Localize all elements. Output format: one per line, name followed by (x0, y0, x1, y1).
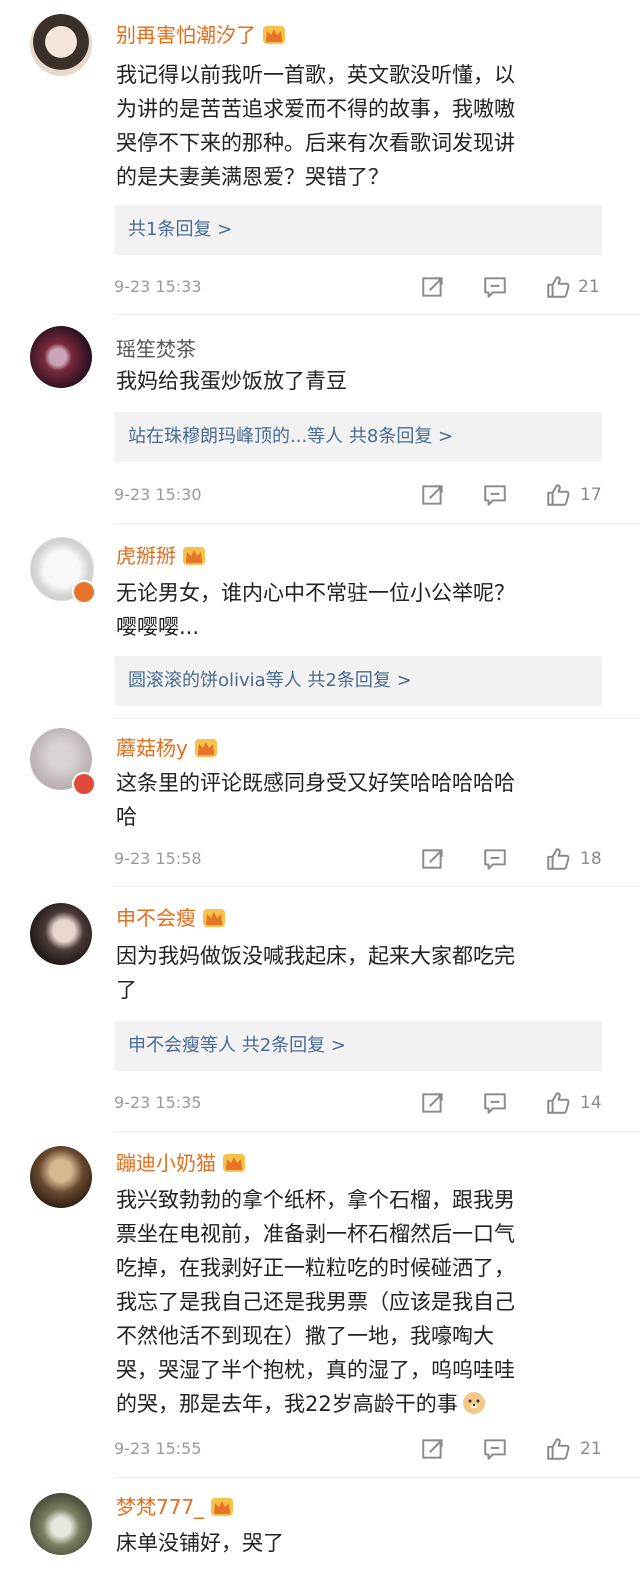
username[interactable]: 蹦迪小奶猫 (116, 1150, 246, 1176)
comment-icon[interactable] (482, 274, 508, 300)
timestamp: 9-23 15:35 (114, 1093, 202, 1112)
verified-badge-icon (72, 580, 96, 604)
divider (114, 718, 640, 719)
comment-icon[interactable] (482, 846, 508, 872)
username[interactable]: 蘑菇杨y (116, 735, 218, 761)
view-replies-link[interactable]: 申不会瘦等人 共2条回复 > (114, 1021, 602, 1071)
divider (114, 1131, 640, 1132)
avatar[interactable] (30, 326, 92, 388)
like-count: 21 (580, 1439, 602, 1459)
timestamp: 9-23 15:58 (114, 849, 202, 868)
vip-member-badge-icon (72, 772, 96, 796)
username[interactable]: 别再害怕潮汐了 (116, 22, 286, 48)
comment-meta: 9-23 15:35 14 (114, 1090, 604, 1114)
comment-meta: 9-23 15:55 21 (114, 1436, 604, 1460)
comment-meta: 9-23 15:30 17 (114, 482, 604, 506)
thumb-up-icon[interactable] (545, 482, 571, 508)
comment-text: 因为我妈做饭没喊我起床，起来大家都吃完了 (116, 944, 515, 1002)
like-count: 18 (580, 849, 602, 869)
like-count: 21 (578, 277, 600, 297)
username[interactable]: 虎掰掰 (116, 543, 206, 569)
repost-icon[interactable] (420, 1090, 446, 1116)
thumb-up-icon[interactable] (545, 1090, 571, 1116)
comment-meta: 9-23 15:33 21 (114, 274, 604, 298)
like-count: 17 (580, 485, 602, 505)
thumb-up-icon[interactable] (545, 1436, 571, 1462)
crown-vip-icon (262, 25, 286, 45)
view-replies-link[interactable]: 共1条回复 > (114, 205, 602, 255)
avatar[interactable] (30, 14, 92, 76)
comment-text: 床单没铺好，哭了 (116, 1531, 284, 1555)
comment-text: 我记得以前我听一首歌，英文歌没听懂，以 为讲的是苦苦追求爱而不得的故事，我嗷嗷 哭停… (116, 63, 515, 189)
divider (114, 1477, 640, 1478)
repost-icon[interactable] (420, 846, 446, 872)
view-replies-link[interactable]: 圆滚滚的饼olivia等人 共2条回复 > (114, 656, 602, 706)
avatar[interactable] (30, 903, 92, 965)
repost-icon[interactable] (420, 1436, 446, 1462)
divider (114, 523, 640, 524)
crown-vip-icon (210, 1497, 234, 1517)
divider (114, 886, 640, 887)
comment-icon[interactable] (482, 482, 508, 508)
comment-text: 我兴致勃勃的拿个纸杯，拿个石榴，跟我男 票坐在电视前，准备剥一杯石榴然后一口气 吃掉… (116, 1188, 515, 1416)
comment-text: 无论男女，谁内心中不常驻一位小公举呢？ 嘤嘤嘤... (116, 581, 515, 639)
thumb-up-icon[interactable] (545, 274, 571, 300)
crown-vip-icon (202, 908, 226, 928)
doge-emoji-icon (462, 1392, 485, 1414)
comment-text: 我妈给我蛋炒饭放了青豆 (116, 369, 347, 393)
avatar[interactable] (30, 1146, 92, 1208)
comment-meta: 9-23 15:58 18 (114, 846, 604, 870)
crown-vip-icon (182, 546, 206, 566)
crown-vip-icon (194, 738, 218, 758)
like-count: 14 (580, 1093, 602, 1113)
comment-text: 这条里的评论既感同身受又好笑哈哈哈哈哈哈 (116, 771, 515, 829)
comment-icon[interactable] (482, 1436, 508, 1462)
crown-vip-icon (222, 1153, 246, 1173)
repost-icon[interactable] (420, 274, 446, 300)
view-replies-link[interactable]: 站在珠穆朗玛峰顶的...等人 共8条回复 > (114, 412, 602, 462)
username[interactable]: 申不会瘦 (116, 905, 226, 931)
comment-icon[interactable] (482, 1090, 508, 1116)
avatar[interactable] (30, 1493, 92, 1555)
timestamp: 9-23 15:30 (114, 485, 202, 504)
thumb-up-icon[interactable] (545, 846, 571, 872)
timestamp: 9-23 15:33 (114, 277, 202, 296)
username[interactable]: 瑶笙焚茶 (116, 336, 196, 362)
timestamp: 9-23 15:55 (114, 1439, 202, 1458)
divider (114, 314, 640, 315)
username[interactable]: 梦梵777_ (116, 1494, 234, 1520)
repost-icon[interactable] (420, 482, 446, 508)
